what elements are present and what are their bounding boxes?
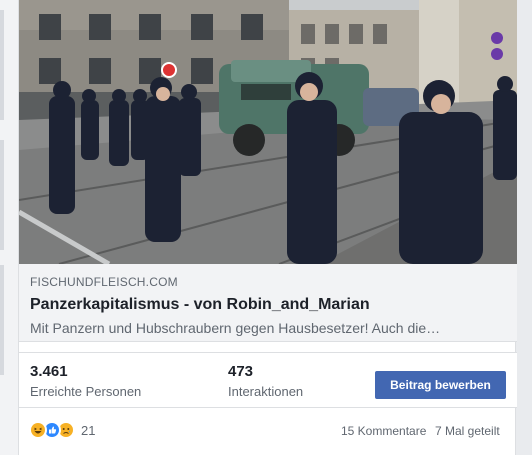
engagement-value: 473	[228, 363, 254, 380]
engagement-stat: 473 Interaktionen	[228, 363, 303, 401]
reach-value: 3.461	[30, 363, 68, 380]
boost-post-button[interactable]: Beitrag bewerben	[375, 371, 506, 399]
engagement-label: Interaktionen	[228, 384, 304, 399]
reach-label: Erreichte Personen	[30, 384, 142, 399]
left-edge-strip	[0, 10, 4, 120]
post-footer: 21 15 Kommentare 7 Mal geteilt	[19, 412, 517, 448]
haha-icon	[29, 421, 47, 439]
reach-stat: 3.461 Erreichte Personen	[30, 363, 141, 401]
link-preview-box[interactable]: FISCHUNDFLEISCH.COM Panzerkapitalismus -…	[19, 264, 517, 342]
comments-count-link[interactable]: 15 Kommentare	[341, 423, 426, 439]
link-title[interactable]: Panzerkapitalismus - von Robin_and_Maria…	[30, 295, 506, 315]
reaction-count: 21	[81, 422, 96, 438]
post-insights-bar: 3.461 Erreichte Personen 473 Interaktion…	[19, 352, 517, 408]
left-edge-strip	[0, 265, 4, 375]
post-card: FISCHUNDFLEISCH.COM Panzerkapitalismus -…	[18, 0, 517, 455]
link-preview-image[interactable]	[19, 0, 517, 264]
reactions-summary[interactable]: 21	[29, 420, 95, 440]
left-edge-strip	[0, 140, 4, 250]
link-description: Mit Panzern und Hubschraubern gegen Haus…	[30, 320, 441, 336]
left-page-background	[0, 0, 18, 455]
link-domain: FISCHUNDFLEISCH.COM	[30, 275, 178, 289]
shares-count-link[interactable]: 7 Mal geteilt	[435, 423, 500, 439]
right-page-background	[516, 0, 532, 455]
police-armored-vehicle-photo	[19, 0, 517, 264]
